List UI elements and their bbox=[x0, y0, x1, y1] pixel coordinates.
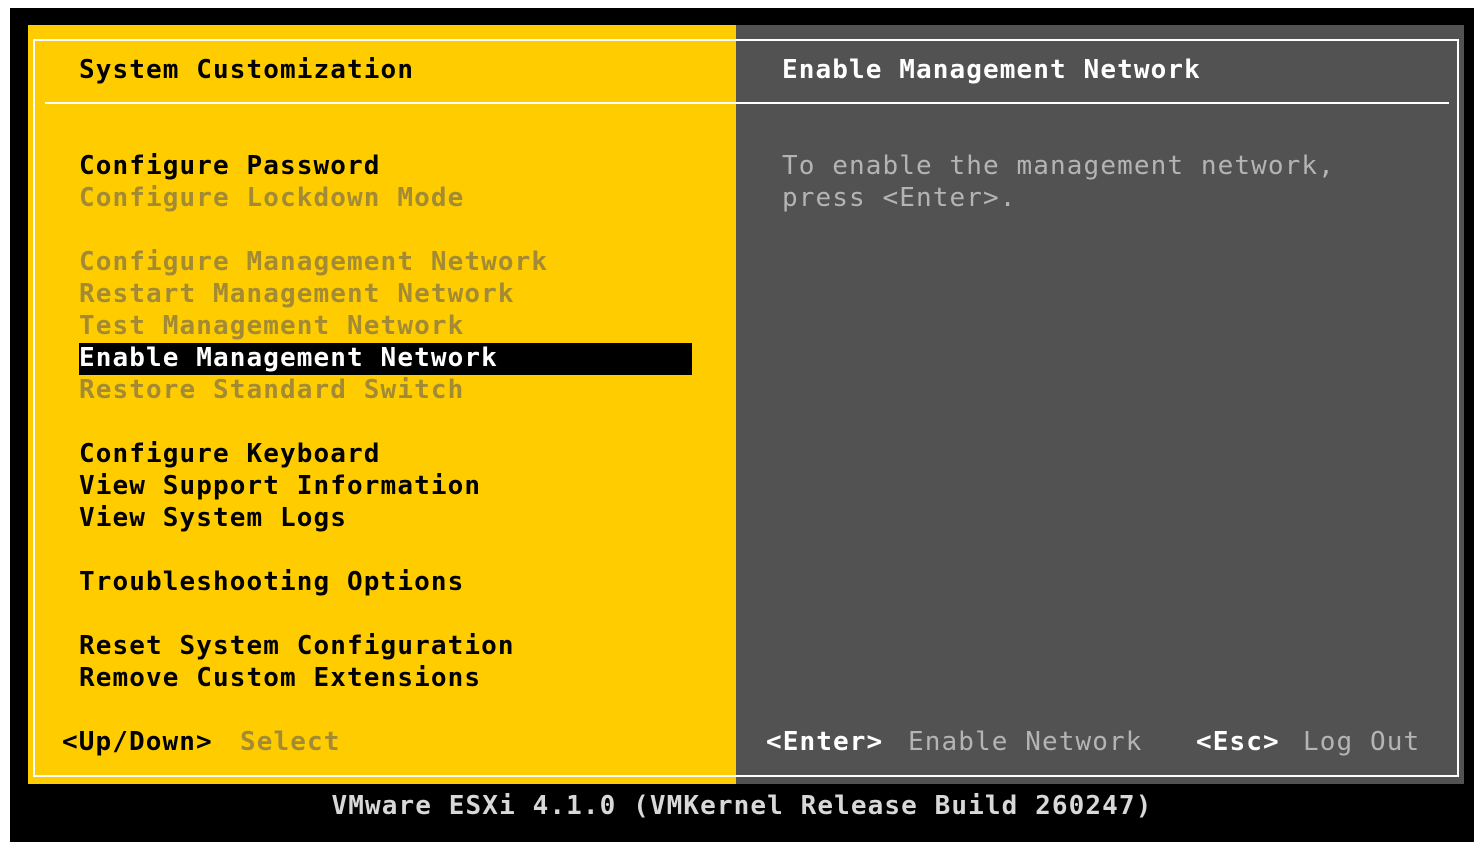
detail-panel bbox=[736, 25, 1464, 784]
hint-key-enter[interactable]: <Enter> bbox=[766, 726, 883, 758]
menu-item-configure-management-network[interactable]: Configure Management Network bbox=[79, 246, 548, 278]
menu-item-troubleshooting-options[interactable]: Troubleshooting Options bbox=[79, 566, 464, 598]
header-divider bbox=[45, 102, 1449, 104]
menu-item-restart-management-network[interactable]: Restart Management Network bbox=[79, 278, 515, 310]
menu-item-remove-custom-extensions[interactable]: Remove Custom Extensions bbox=[79, 662, 481, 694]
menu-item-configure-keyboard[interactable]: Configure Keyboard bbox=[79, 438, 381, 470]
panel-title: System Customization bbox=[79, 55, 415, 85]
hint-action-select: Select bbox=[240, 727, 341, 757]
menu-item-test-management-network[interactable]: Test Management Network bbox=[79, 310, 464, 342]
menu-item-configure-password[interactable]: Configure Password bbox=[79, 150, 381, 182]
detail-title: Enable Management Network bbox=[782, 55, 1201, 85]
detail-description-line1: To enable the management network, bbox=[782, 151, 1335, 181]
menu-item-configure-lockdown-mode[interactable]: Configure Lockdown Mode bbox=[79, 182, 464, 214]
hint-action-enable-network: Enable Network bbox=[908, 727, 1143, 757]
menu-item-view-system-logs[interactable]: View System Logs bbox=[79, 502, 347, 534]
menu-item-enable-management-network[interactable]: Enable Management Network bbox=[79, 342, 498, 374]
hint-key-up-down: <Up/Down> bbox=[62, 727, 213, 757]
menu-item-restore-standard-switch[interactable]: Restore Standard Switch bbox=[79, 374, 464, 406]
menu-item-reset-system-configuration[interactable]: Reset System Configuration bbox=[79, 630, 515, 662]
detail-description-line2: press <Enter>. bbox=[782, 183, 1017, 213]
menu-item-view-support-information[interactable]: View Support Information bbox=[79, 470, 481, 502]
hint-action-log-out: Log Out bbox=[1303, 727, 1421, 757]
hint-key-esc[interactable]: <Esc> bbox=[1196, 726, 1280, 758]
version-banner: VMware ESXi 4.1.0 (VMKernel Release Buil… bbox=[331, 791, 1153, 821]
